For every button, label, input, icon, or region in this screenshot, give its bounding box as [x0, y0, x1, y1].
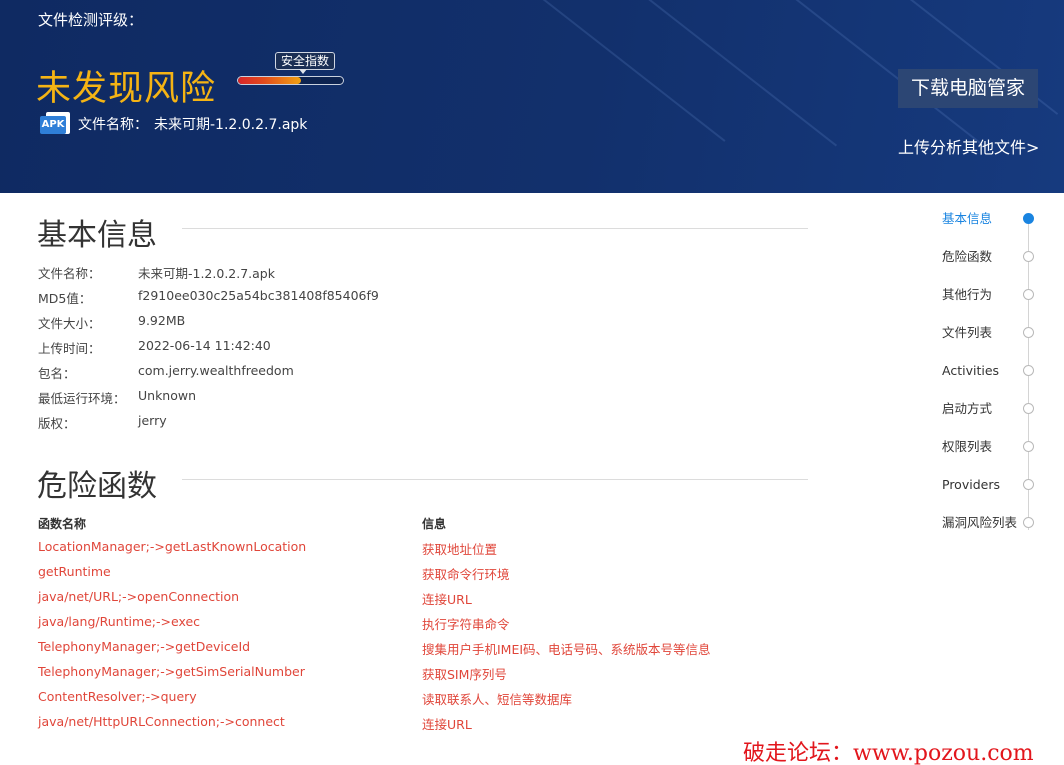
- column-header-info: 信息: [422, 517, 447, 531]
- side-nav-item[interactable]: 危险函数: [942, 246, 1042, 266]
- nav-dot-icon: [1023, 213, 1034, 224]
- safety-gauge-bar: [237, 76, 344, 85]
- side-nav-item-label: Activities: [942, 363, 1000, 378]
- side-nav-item-label: 其他行为: [942, 287, 993, 302]
- side-nav-item-label: 漏洞风险列表: [942, 515, 1018, 530]
- info-value: 9.92MB: [138, 313, 186, 328]
- info-key: 文件大小：: [38, 316, 101, 331]
- side-nav-item-label: 基本信息: [942, 211, 993, 226]
- info-key: 包名：: [38, 366, 76, 381]
- file-name-value: 未来可期-1.2.0.2.7.apk: [154, 117, 308, 133]
- info-row: 最低运行环境： Unknown: [38, 388, 196, 406]
- column-header-function-name: 函数名称: [38, 517, 87, 531]
- file-name-row: APK 文件名称： 未来可期-1.2.0.2.7.apk: [40, 112, 307, 136]
- nav-dot-icon: [1023, 289, 1034, 300]
- side-nav-item-label: 启动方式: [942, 401, 993, 416]
- danger-function-info: 获取命令行环境: [422, 567, 510, 582]
- danger-function-name: LocationManager;->getLastKnownLocation: [38, 539, 307, 554]
- file-name-label: 文件名称：: [78, 117, 148, 133]
- side-nav-item[interactable]: Providers: [942, 474, 1042, 494]
- side-nav-item[interactable]: 启动方式: [942, 398, 1042, 418]
- info-key: MD5值：: [38, 291, 92, 306]
- danger-function-info: 获取SIM序列号: [422, 667, 507, 682]
- download-pc-manager-button[interactable]: 下载电脑管家: [898, 69, 1038, 108]
- nav-dot-icon: [1023, 479, 1034, 490]
- danger-function-info: 连接URL: [422, 717, 472, 732]
- info-key: 上传时间：: [38, 341, 101, 356]
- danger-function-info: 读取联系人、短信等数据库: [422, 692, 573, 707]
- info-value: com.jerry.wealthfreedom: [138, 363, 294, 378]
- danger-function-name: java/lang/Runtime;->exec: [38, 614, 201, 629]
- info-row: 文件大小： 9.92MB: [38, 313, 185, 331]
- apk-file-icon: APK: [40, 112, 72, 136]
- side-nav-item[interactable]: 权限列表: [942, 436, 1042, 456]
- danger-function-info: 获取地址位置: [422, 542, 498, 557]
- side-nav-item-label: Providers: [942, 477, 1000, 492]
- info-row: 文件名称： 未来可期-1.2.0.2.7.apk: [38, 263, 275, 281]
- section-title-danger-functions: 危险函数: [37, 461, 179, 505]
- upload-other-file-link[interactable]: 上传分析其他文件>: [898, 134, 1039, 158]
- side-nav-item-label: 权限列表: [942, 439, 993, 454]
- info-row: 包名： com.jerry.wealthfreedom: [38, 363, 294, 381]
- section-title-basic-info: 基本信息: [37, 210, 179, 254]
- danger-function-name: java/net/HttpURLConnection;->connect: [38, 714, 285, 729]
- danger-function-name: TelephonyManager;->getSimSerialNumber: [38, 664, 305, 679]
- gauge-pointer-icon: [299, 69, 307, 74]
- info-key: 文件名称：: [38, 266, 101, 281]
- side-nav: 基本信息危险函数其他行为文件列表 Activities 启动方式权限列表 Provid…: [930, 205, 1050, 535]
- section-divider: [182, 228, 808, 229]
- header-banner: 文件检测评级： 未发现风险 安全指数 APK 文件名称： 未来可期-1.2.0.…: [0, 0, 1064, 193]
- info-row: 版权： jerry: [38, 413, 167, 431]
- nav-dot-icon: [1023, 365, 1034, 376]
- side-nav-item-label: 文件列表: [942, 325, 993, 340]
- nav-dot-icon: [1023, 251, 1034, 262]
- info-row: MD5值： f2910ee030c25a54bc381408f85406f9: [38, 288, 379, 306]
- danger-function-info: 搜集用户手机IMEI码、电话号码、系统版本号等信息: [422, 642, 711, 657]
- rating-label: 文件检测评级：: [38, 11, 144, 29]
- danger-function-name: ContentResolver;->query: [38, 689, 197, 704]
- info-key: 版权：: [38, 416, 76, 431]
- safety-gauge: 安全指数: [237, 52, 344, 86]
- danger-function-info: 连接URL: [422, 592, 472, 607]
- danger-function-name: getRuntime: [38, 564, 111, 579]
- side-nav-item-label: 危险函数: [942, 249, 993, 264]
- info-value: 2022-06-14 11:42:40: [138, 338, 271, 353]
- info-value: 未来可期-1.2.0.2.7.apk: [138, 266, 275, 281]
- watermark-text: 破走论坛：www.pozou.com: [743, 741, 1034, 765]
- side-nav-item[interactable]: 基本信息: [942, 208, 1042, 228]
- safety-gauge-tag: 安全指数: [275, 52, 336, 70]
- info-key: 最低运行环境：: [38, 391, 126, 406]
- info-value: f2910ee030c25a54bc381408f85406f9: [138, 288, 379, 303]
- side-nav-item[interactable]: 漏洞风险列表: [942, 512, 1042, 532]
- side-nav-item[interactable]: 其他行为: [942, 284, 1042, 304]
- danger-function-name: TelephonyManager;->getDeviceId: [38, 639, 251, 654]
- side-nav-item[interactable]: 文件列表: [942, 322, 1042, 342]
- danger-function-name: java/net/URL;->openConnection: [38, 589, 240, 604]
- nav-dot-icon: [1023, 441, 1034, 452]
- info-value: jerry: [138, 413, 167, 428]
- nav-dot-icon: [1023, 403, 1034, 414]
- side-nav-item[interactable]: Activities: [942, 360, 1042, 380]
- section-divider: [182, 479, 808, 480]
- safety-gauge-fill: [238, 77, 301, 84]
- info-row: 上传时间： 2022-06-14 11:42:40: [38, 338, 271, 356]
- info-value: Unknown: [138, 388, 197, 403]
- nav-dot-icon: [1023, 327, 1034, 338]
- danger-function-info: 执行字符串命令: [422, 617, 510, 632]
- risk-verdict: 未发现风险: [36, 69, 217, 109]
- nav-dot-icon: [1023, 517, 1034, 528]
